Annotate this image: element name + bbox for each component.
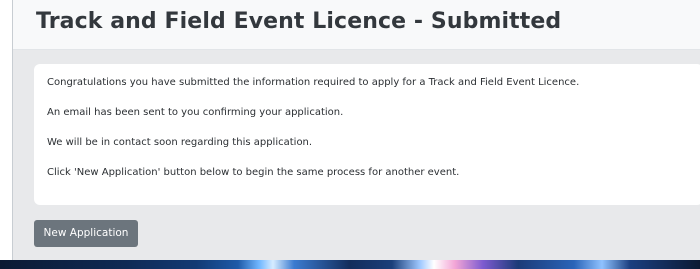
content-area: Congratulations you have submitted the i… (13, 50, 700, 260)
new-application-button[interactable]: New Application (34, 220, 138, 247)
confirmation-message-card: Congratulations you have submitted the i… (34, 64, 700, 205)
confirmation-message-line: Congratulations you have submitted the i… (47, 77, 580, 88)
decorative-footer-band (0, 260, 700, 269)
instruction-message-line: Click 'New Application' button below to … (47, 167, 460, 178)
page-title: Track and Field Event Licence - Submitte… (36, 9, 562, 34)
contact-message-line: We will be in contact soon regarding thi… (47, 137, 313, 148)
email-sent-message-line: An email has been sent to you confirming… (47, 107, 344, 118)
page-header: Track and Field Event Licence - Submitte… (13, 0, 700, 50)
page: Track and Field Event Licence - Submitte… (0, 0, 700, 269)
